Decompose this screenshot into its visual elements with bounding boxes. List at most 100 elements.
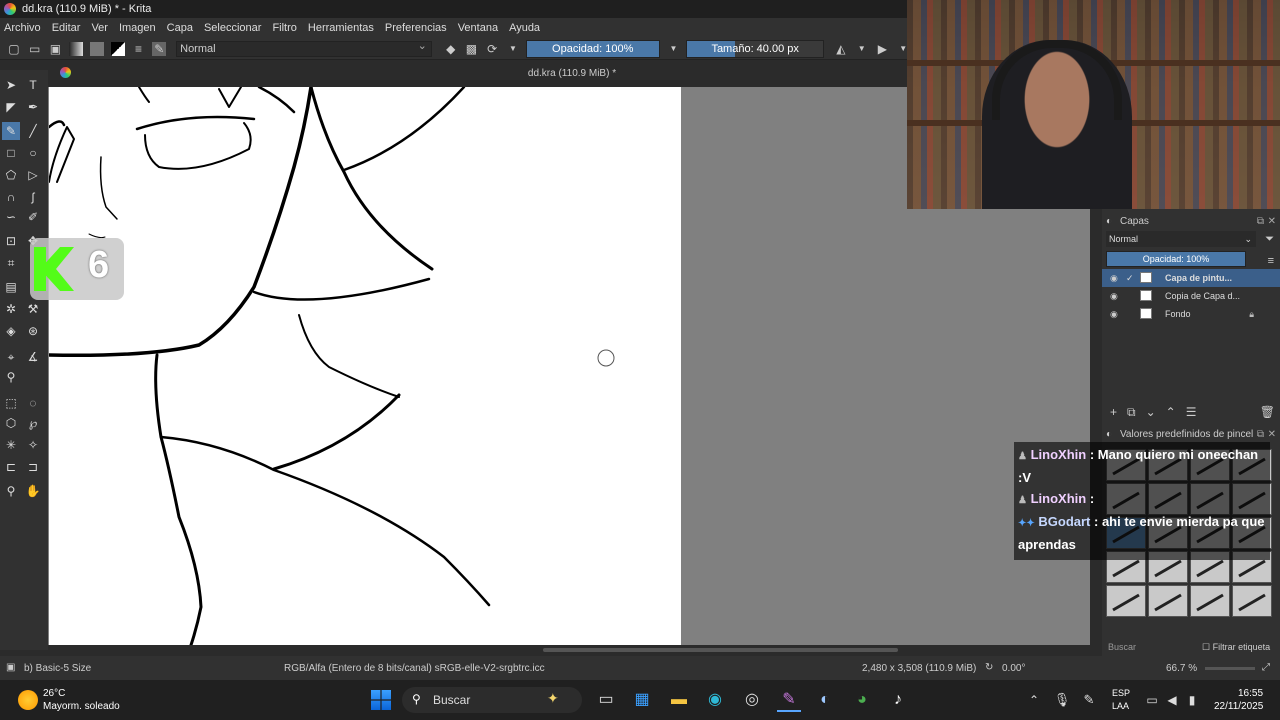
mirror-vertical-icon[interactable]: ▶ (876, 42, 890, 56)
chevron-down-icon[interactable]: ▼ (855, 42, 869, 56)
eraser-icon[interactable]: ◆ (444, 42, 458, 56)
language-top[interactable]: ESP (1112, 688, 1130, 698)
filter-icon[interactable]: ⏷ (1265, 233, 1274, 246)
edge-icon[interactable]: ◉ (703, 688, 727, 712)
move-layer-down-icon[interactable]: ⌄ (1146, 405, 1156, 420)
zoom-tool-icon[interactable]: ⚲ (2, 482, 20, 500)
close-icon[interactable]: ✕ (1268, 213, 1276, 231)
freehand-brush-tool-icon[interactable]: ✎ (2, 122, 20, 140)
size-slider[interactable]: Tamaño: 40.00 px (686, 39, 824, 58)
freehand-path-tool-icon[interactable]: ʃ (24, 188, 42, 206)
contiguous-select-tool-icon[interactable]: ✳ (2, 436, 20, 454)
save-icon[interactable]: ▣ (49, 42, 63, 56)
steam-icon[interactable]: ◐ (813, 688, 837, 712)
polygon-select-tool-icon[interactable]: ⬡ (2, 414, 20, 432)
horizontal-scrollbar[interactable] (48, 645, 1090, 655)
krita-icon[interactable]: ✎ (777, 688, 801, 712)
open-folder-icon[interactable]: ▭ (28, 42, 42, 56)
layer-row[interactable]: ◉ Copia de Capa d... (1102, 287, 1280, 305)
zoom-slider[interactable] (1205, 667, 1255, 670)
pen-icon[interactable]: ✎ (1077, 688, 1101, 712)
add-layer-icon[interactable]: + (1110, 405, 1117, 420)
eye-icon[interactable]: ◉ (1110, 305, 1118, 323)
select-shapes-tool-icon[interactable]: ➤ (2, 76, 20, 94)
similar-select-tool-icon[interactable]: ✧ (24, 436, 42, 454)
rect-select-tool-icon[interactable]: ⬚ (2, 394, 20, 412)
enclose-fill-tool-icon[interactable]: ⊛ (24, 322, 42, 340)
menu-archivo[interactable]: Archivo (4, 22, 41, 34)
menu-herramientas[interactable]: Herramientas (308, 22, 374, 34)
delete-layer-icon[interactable]: 🗑︎ (1260, 405, 1275, 420)
task-view-icon[interactable]: ▭ (594, 688, 618, 712)
crop-tool-icon[interactable]: ⌗ (2, 254, 20, 272)
layer-menu-icon[interactable]: ≡ (1268, 255, 1274, 267)
pattern-icon[interactable] (90, 41, 104, 56)
menu-seleccionar[interactable]: Seleccionar (204, 22, 261, 34)
filter-tag-toggle[interactable]: ☐ Filtrar etiqueta (1202, 642, 1270, 653)
smart-patch-tool-icon[interactable]: ✲ (2, 300, 20, 318)
new-document-icon[interactable]: ▢ (7, 42, 21, 56)
calligraphy-tool-icon[interactable]: ✒ (24, 98, 42, 116)
brush-preset-icon[interactable]: ✎ (152, 41, 167, 56)
taskbar-search[interactable]: ⚲ Buscar ✦ (402, 687, 582, 713)
menu-ayuda[interactable]: Ayuda (509, 22, 540, 34)
float-icon[interactable]: ⧉ (1257, 213, 1264, 231)
chrome-icon[interactable]: ◕ (850, 688, 874, 712)
brush-preset[interactable] (1190, 585, 1230, 617)
hscroll-thumb[interactable] (543, 648, 898, 652)
bezier-select-tool-icon[interactable]: ⊏ (2, 458, 20, 476)
weather-desc[interactable]: Mayorm. soleado (43, 701, 120, 712)
store-icon[interactable]: ▦ (630, 688, 654, 712)
chevron-down-icon[interactable]: ▼ (506, 42, 520, 56)
menu-ver[interactable]: Ver (91, 22, 108, 34)
gradient-icon[interactable] (69, 41, 84, 56)
pan-tool-icon[interactable]: ✋ (24, 482, 42, 500)
duplicate-layer-icon[interactable]: ⧉ (1127, 405, 1136, 420)
text-tool-icon[interactable]: T (24, 76, 42, 94)
transform-tool-icon[interactable]: ⊡ (2, 232, 20, 250)
drawing-canvas[interactable] (49, 87, 681, 645)
eye-icon[interactable]: ◉ (1110, 269, 1118, 287)
ellipse-tool-icon[interactable]: ○ (24, 144, 42, 162)
file-explorer-icon[interactable]: ▬ (667, 688, 691, 712)
menu-ventana[interactable]: Ventana (458, 22, 498, 34)
status-zoom[interactable]: 66.7 % (1166, 663, 1197, 674)
menu-imagen[interactable]: Imagen (119, 22, 156, 34)
status-brush-preset[interactable]: b) Basic-5 Size (24, 663, 91, 674)
clock-date[interactable]: 22/11/2025 (1214, 701, 1263, 712)
magnetic-select-tool-icon[interactable]: ⊐ (24, 458, 42, 476)
multibrush-tool-icon[interactable]: ✐ (24, 208, 42, 226)
brush-settings-icon[interactable]: ≡ (132, 42, 146, 56)
move-layer-up-icon[interactable]: ⌃ (1166, 405, 1176, 420)
assistant-tool-icon[interactable]: ⚒ (24, 300, 42, 318)
layer-blend-mode-select[interactable]: Normal ⌄ (1106, 231, 1256, 247)
layer-opacity-slider[interactable]: Opacidad: 100% (1106, 251, 1246, 267)
menu-filtro[interactable]: Filtro (272, 22, 296, 34)
brush-preset[interactable] (1106, 585, 1146, 617)
eye-icon[interactable]: ◉ (1110, 287, 1118, 305)
menu-editar[interactable]: Editar (52, 22, 81, 34)
fill-tool-icon[interactable]: ◈ (2, 322, 20, 340)
brush-preset[interactable] (1232, 585, 1272, 617)
polygon-tool-icon[interactable]: ⬠ (2, 166, 20, 184)
ellipse-select-tool-icon[interactable]: ◌ (24, 394, 42, 412)
brush-preset[interactable] (1148, 585, 1188, 617)
weather-icon[interactable] (18, 690, 38, 710)
alpha-lock-icon[interactable]: ▩ (465, 42, 479, 56)
assistant-ruler-tool-icon[interactable]: ⌖ (2, 348, 20, 366)
polyline-tool-icon[interactable]: ▷ (24, 166, 42, 184)
opacity-slider[interactable]: Opacidad: 100% (525, 39, 660, 58)
language-bottom[interactable]: LAA (1112, 701, 1129, 711)
blend-mode-select[interactable]: Normal (176, 39, 432, 57)
reload-preset-icon[interactable]: ⟳ (485, 42, 499, 56)
fg-bg-color-icon[interactable] (110, 41, 125, 56)
check-icon[interactable]: ✓ (1126, 269, 1134, 287)
menu-preferencias[interactable]: Preferencias (385, 22, 447, 34)
rectangle-tool-icon[interactable]: □ (2, 144, 20, 162)
layer-row[interactable]: ◉ Fondo 🔒︎ (1102, 305, 1280, 323)
status-rotation[interactable]: 0.00° (1002, 663, 1025, 674)
microphone-icon[interactable]: 🎙︎ (1050, 688, 1074, 712)
gradient-tool-icon[interactable]: ▤ (2, 278, 20, 296)
menu-capa[interactable]: Capa (167, 22, 193, 34)
layer-properties-icon[interactable]: ☰ (1186, 405, 1197, 420)
